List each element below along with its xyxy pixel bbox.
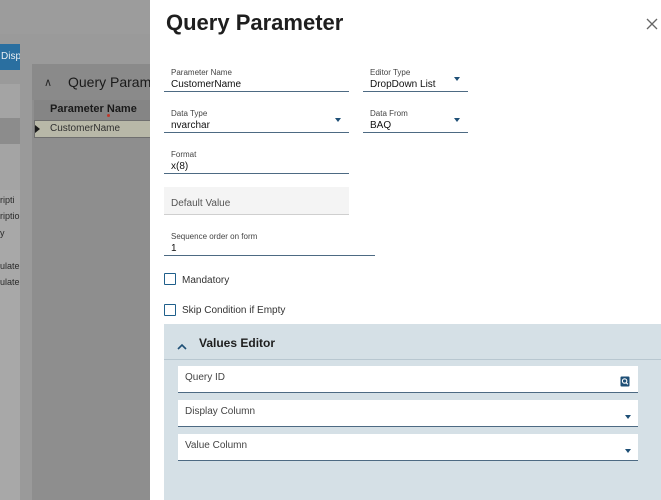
- skip-condition-label: Skip Condition if Empty: [182, 305, 286, 316]
- search-icon[interactable]: [620, 374, 630, 392]
- app-left-bar: [0, 118, 20, 144]
- values-editor-title: Values Editor: [199, 336, 276, 350]
- app-left-item: ulate: [0, 261, 20, 271]
- sequence-order-field[interactable]: Sequence order on form 1: [164, 228, 375, 256]
- query-id-field[interactable]: Query ID: [178, 366, 638, 393]
- format-value: x(8): [171, 161, 189, 172]
- editor-type-select[interactable]: Editor Type DropDown List: [363, 64, 468, 92]
- chevron-down-icon: [625, 415, 631, 419]
- app-left-item: riptio: [0, 211, 20, 221]
- format-label: Format: [171, 150, 197, 159]
- dialog-title: Query Parameter: [166, 10, 344, 35]
- query-id-placeholder: Query ID: [185, 372, 226, 383]
- parameter-name-label: Parameter Name: [171, 68, 232, 77]
- data-type-label: Data Type: [171, 109, 208, 118]
- value-column-select[interactable]: Value Column: [178, 434, 638, 461]
- display-column-placeholder: Display Column: [185, 406, 256, 417]
- app-left-item: y: [0, 228, 5, 238]
- parameter-name-value: CustomerName: [171, 79, 242, 90]
- editor-type-label: Editor Type: [370, 68, 411, 77]
- parameter-name-field[interactable]: Parameter Name CustomerName: [164, 64, 349, 92]
- sequence-order-label: Sequence order on form: [171, 232, 258, 241]
- mandatory-label: Mandatory: [182, 275, 230, 286]
- value-column-placeholder: Value Column: [185, 440, 248, 451]
- chevron-down-icon: [625, 449, 631, 453]
- app-grid-header-cell: Parameter Name: [50, 103, 137, 115]
- app-left-item: ripti: [0, 195, 15, 205]
- app-display-button: Disp: [0, 44, 20, 70]
- chevron-up-icon: ∧: [44, 77, 53, 89]
- default-value-placeholder: Default Value: [171, 198, 231, 209]
- sequence-order-value: 1: [171, 243, 177, 254]
- data-from-select[interactable]: Data From BAQ: [363, 105, 468, 133]
- divider: [164, 359, 661, 360]
- editor-type-value: DropDown List: [370, 79, 436, 90]
- required-indicator: [107, 114, 110, 117]
- close-icon[interactable]: [646, 18, 660, 32]
- chevron-down-icon: [335, 118, 341, 122]
- chevron-down-icon: [454, 77, 460, 81]
- default-value-field[interactable]: Default Value: [164, 187, 349, 215]
- skip-condition-checkbox[interactable]: [164, 304, 176, 316]
- display-column-select[interactable]: Display Column: [178, 400, 638, 427]
- values-editor-panel: Values Editor Query ID Display Column Va…: [164, 324, 661, 500]
- chevron-down-icon: [454, 118, 460, 122]
- data-from-label: Data From: [370, 109, 408, 118]
- data-type-select[interactable]: Data Type nvarchar: [164, 105, 349, 133]
- app-grid-cell: CustomerName: [50, 123, 121, 134]
- data-type-value: nvarchar: [171, 120, 210, 131]
- format-field[interactable]: Format x(8): [164, 146, 349, 174]
- app-left-item: ulate: [0, 277, 20, 287]
- chevron-up-icon[interactable]: [177, 337, 187, 355]
- row-selector-icon: [35, 125, 40, 133]
- mandatory-checkbox[interactable]: [164, 273, 176, 285]
- query-parameter-dialog: Query Parameter Parameter Name CustomerN…: [150, 0, 661, 500]
- data-from-value: BAQ: [370, 120, 392, 131]
